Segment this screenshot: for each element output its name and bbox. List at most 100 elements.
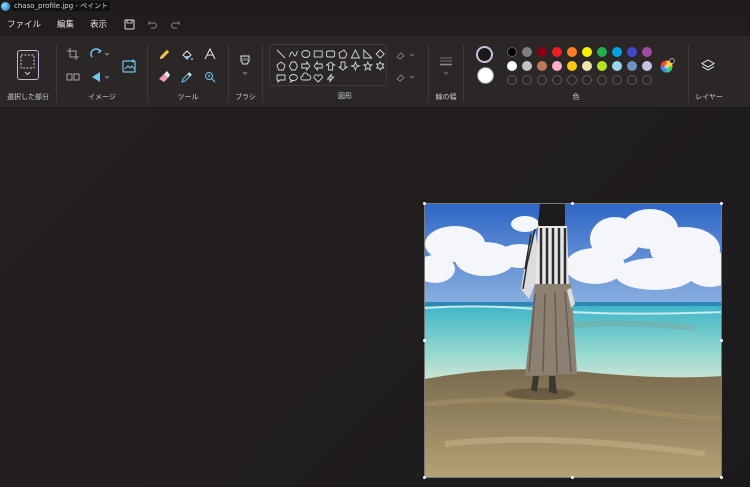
palette-swatch[interactable]: [552, 61, 562, 71]
palette-swatch[interactable]: [597, 47, 607, 57]
four-point-star-shape-icon[interactable]: [349, 60, 361, 72]
line-width-icon: [440, 57, 452, 75]
shapes-group-label: 図形: [338, 92, 352, 100]
resize-handle-ne[interactable]: [720, 202, 723, 205]
colors-group: 色: [464, 36, 688, 108]
colors-group-label: 色: [572, 93, 580, 101]
palette-swatch[interactable]: [642, 61, 652, 71]
layers-button[interactable]: [700, 58, 716, 74]
flip-button[interactable]: [88, 70, 112, 84]
brush-button[interactable]: [238, 54, 252, 78]
curve-shape-icon[interactable]: [288, 50, 298, 58]
palette-swatch[interactable]: [582, 61, 592, 71]
right-triangle-shape-icon[interactable]: [363, 48, 373, 59]
up-arrow-shape-icon[interactable]: [325, 61, 336, 71]
title-bar: chaso_profile.jpg - ペイント: [0, 0, 750, 12]
triangle-shape-icon[interactable]: [350, 48, 361, 59]
palette-swatch[interactable]: [627, 61, 637, 71]
down-arrow-shape-icon[interactable]: [337, 61, 349, 71]
heart-shape-icon[interactable]: [313, 74, 323, 83]
custom-color-slot[interactable]: [522, 75, 532, 85]
menu-view[interactable]: 表示: [82, 18, 115, 30]
resize-handle-nw[interactable]: [423, 202, 426, 205]
palette-swatch[interactable]: [612, 47, 622, 57]
outline-button[interactable]: [394, 49, 418, 61]
palette-swatch[interactable]: [582, 47, 592, 57]
diamond-shape-icon[interactable]: [375, 49, 385, 59]
polygon-shape-icon[interactable]: [338, 49, 348, 59]
custom-color-slot[interactable]: [507, 75, 517, 85]
fill-button[interactable]: [180, 48, 194, 62]
crop-button[interactable]: [66, 47, 80, 61]
custom-color-slot[interactable]: [627, 75, 637, 85]
resize-handle-w[interactable]: [423, 339, 426, 342]
palette-swatch[interactable]: [567, 47, 577, 57]
save-button[interactable]: [120, 15, 138, 33]
eraser-button[interactable]: [157, 70, 171, 84]
resize-handle-s[interactable]: [571, 476, 574, 479]
resize-button[interactable]: [65, 70, 81, 84]
magnifier-button[interactable]: [203, 70, 217, 84]
lightning-shape-icon[interactable]: [326, 73, 335, 83]
primary-color-swatch[interactable]: [476, 46, 493, 63]
resize-handle-e[interactable]: [720, 339, 723, 342]
custom-color-slot[interactable]: [612, 75, 622, 85]
hexagon-shape-icon[interactable]: [288, 61, 298, 71]
cloud-callout-shape-icon[interactable]: [300, 72, 312, 81]
color-picker-button[interactable]: [180, 70, 194, 84]
palette-swatch[interactable]: [612, 61, 622, 71]
palette-swatch[interactable]: [507, 47, 517, 57]
magnifier-icon: [205, 72, 216, 83]
rounded-callout-shape-icon[interactable]: [276, 74, 286, 84]
image-ai-button[interactable]: [121, 58, 137, 74]
custom-color-slot[interactable]: [567, 75, 577, 85]
six-point-star-shape-icon[interactable]: [375, 61, 385, 71]
custom-color-slot[interactable]: [537, 75, 547, 85]
text-button[interactable]: [203, 47, 217, 61]
palette-swatch[interactable]: [537, 61, 547, 71]
undo-button[interactable]: [143, 15, 161, 33]
oval-callout-shape-icon[interactable]: [288, 74, 298, 84]
selection-button[interactable]: [17, 50, 39, 80]
redo-button[interactable]: [166, 15, 184, 33]
resize-handle-n[interactable]: [571, 202, 574, 205]
oval-shape-icon[interactable]: [301, 50, 311, 58]
line-shape-icon[interactable]: [276, 49, 286, 59]
text-icon: [204, 48, 216, 60]
palette-swatch[interactable]: [642, 47, 652, 57]
menu-edit[interactable]: 編集: [49, 18, 82, 30]
palette-swatch[interactable]: [567, 61, 577, 71]
rectangle-shape-icon[interactable]: [313, 50, 323, 58]
rounded-rectangle-shape-icon[interactable]: [326, 50, 336, 58]
resize-handle-se[interactable]: [720, 476, 723, 479]
shape-fill-button[interactable]: [394, 71, 418, 83]
tools-group: ツール: [148, 36, 228, 108]
palette-swatch[interactable]: [597, 61, 607, 71]
canvas-image[interactable]: [424, 203, 722, 478]
custom-color-slot[interactable]: [597, 75, 607, 85]
palette-swatch[interactable]: [507, 61, 517, 71]
pentagon-shape-icon[interactable]: [276, 61, 286, 71]
beach-photo: [425, 204, 721, 477]
left-arrow-shape-icon[interactable]: [313, 60, 323, 72]
shapes-gallery[interactable]: [269, 44, 387, 86]
custom-color-slot[interactable]: [552, 75, 562, 85]
palette-swatch[interactable]: [522, 47, 532, 57]
menu-file[interactable]: ファイル: [0, 18, 49, 30]
palette-swatch[interactable]: [552, 47, 562, 57]
resize-handle-sw[interactable]: [423, 476, 426, 479]
secondary-color-swatch[interactable]: [477, 67, 494, 84]
five-point-star-shape-icon[interactable]: [362, 60, 373, 72]
rotate-button[interactable]: [88, 47, 112, 61]
palette-swatch[interactable]: [537, 47, 547, 57]
color-wheel-icon: [660, 58, 675, 73]
custom-color-slot[interactable]: [582, 75, 592, 85]
palette-swatch[interactable]: [627, 47, 637, 57]
line-width-button[interactable]: [438, 54, 454, 78]
palette-swatch[interactable]: [522, 61, 532, 71]
selection-icon: [20, 54, 35, 76]
custom-color-slot[interactable]: [642, 75, 652, 85]
pencil-button[interactable]: [157, 48, 171, 62]
right-arrow-shape-icon[interactable]: [301, 60, 311, 72]
edit-colors-button[interactable]: [659, 58, 675, 74]
